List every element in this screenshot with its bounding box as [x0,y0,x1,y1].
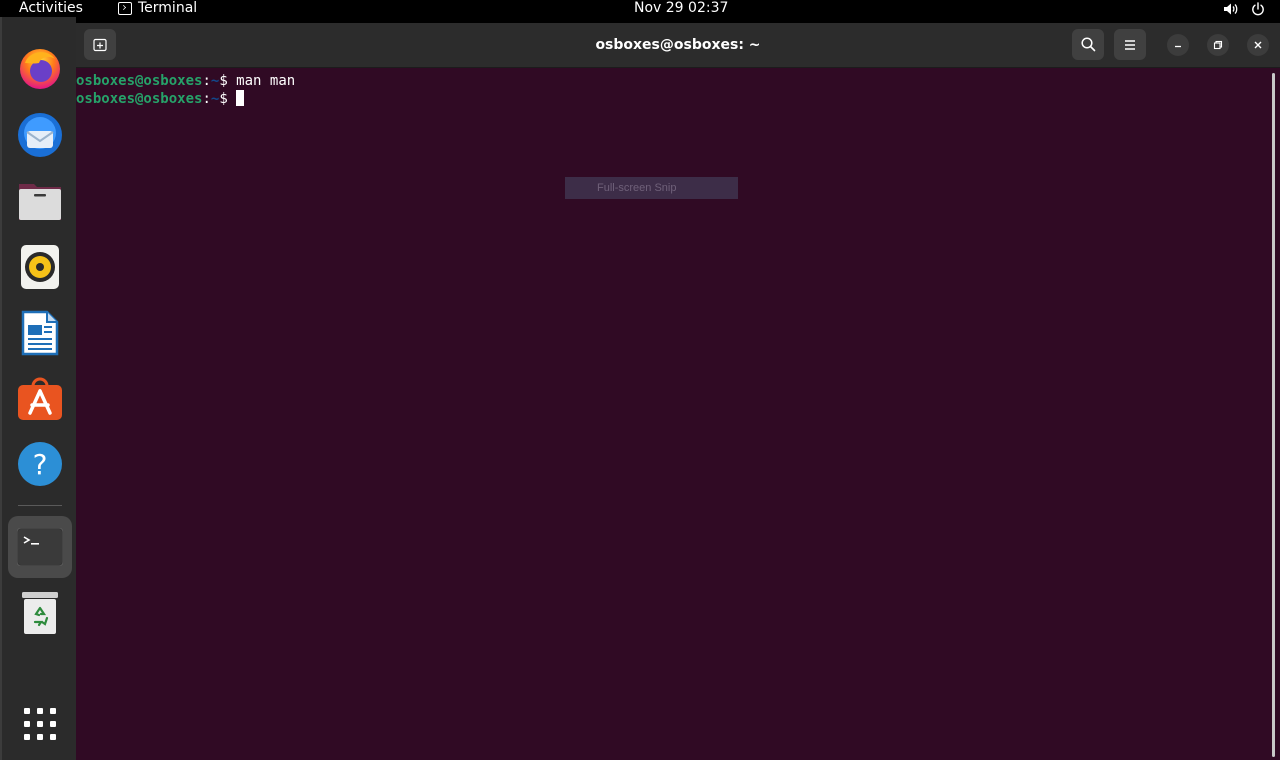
text-cursor [236,90,245,106]
help-icon: ? [18,442,62,486]
dock-item-thunderbird[interactable] [8,104,72,166]
close-button[interactable] [1247,34,1269,56]
prompt-separator: : [202,73,211,89]
dock-item-trash[interactable] [8,582,72,644]
scrollbar[interactable] [1272,73,1275,757]
app-menu-label: Terminal [138,0,198,16]
svg-text:?: ? [33,448,48,481]
prompt-separator: : [202,91,211,107]
writer-icon [21,310,59,356]
show-applications-button[interactable] [8,693,72,755]
dock-item-firefox[interactable] [8,37,72,99]
system-menu[interactable] [1223,0,1265,17]
terminal-output[interactable]: osboxes@osboxes:~$ man man osboxes@osbox… [76,70,1266,760]
prompt-user: osboxes@osboxes [76,91,203,107]
dock-separator [18,505,62,506]
files-icon [19,184,61,220]
clock[interactable]: Nov 29 02:37 [634,0,728,17]
terminal-window: osboxes@osboxes: ~ osboxes@osboxes:~$ ma… [76,23,1280,760]
terminal-line: osboxes@osboxes:~$ [76,90,1266,108]
dock-item-ubuntu-software[interactable] [8,368,72,430]
power-icon [1251,1,1265,16]
snip-overlay-label[interactable]: Full-screen Snip [565,177,738,199]
minimize-icon [1175,45,1181,48]
dock-item-libreoffice-writer[interactable] [8,302,72,364]
dock-item-terminal[interactable] [8,516,72,578]
trash-icon [22,592,58,634]
maximize-icon [1213,40,1223,50]
dock-item-files[interactable] [8,170,72,232]
menu-button[interactable] [1114,29,1146,60]
software-icon [18,377,62,420]
maximize-button[interactable] [1207,34,1229,56]
close-icon [1254,41,1262,49]
command-text: man man [236,73,296,89]
activities-button[interactable]: Activities [19,0,83,17]
terminal-line: osboxes@osboxes:~$ man man [76,72,1266,90]
top-bar: Activities Terminal Nov 29 02:37 [0,0,1280,17]
new-tab-icon [93,38,107,51]
dock-item-help[interactable]: ? [8,433,72,495]
rhythmbox-icon [21,245,59,289]
minimize-button[interactable] [1167,34,1189,56]
search-icon [1080,37,1095,52]
thunderbird-icon [18,113,62,157]
hamburger-menu-icon [1125,39,1135,50]
header-bar: osboxes@osboxes: ~ [76,23,1280,68]
dock: ? [0,17,76,760]
app-grid-icon [24,708,56,740]
prompt-symbol: $ [219,91,237,107]
search-button[interactable] [1072,29,1104,60]
prompt-user: osboxes@osboxes [76,73,203,89]
volume-icon [1223,2,1239,16]
firefox-icon [20,49,60,89]
prompt-symbol: $ [219,73,237,89]
app-menu[interactable]: Terminal [118,0,197,17]
dock-item-rhythmbox[interactable] [8,236,72,298]
new-tab-button[interactable] [84,29,116,60]
terminal-icon [118,2,132,15]
terminal-icon [17,528,63,566]
